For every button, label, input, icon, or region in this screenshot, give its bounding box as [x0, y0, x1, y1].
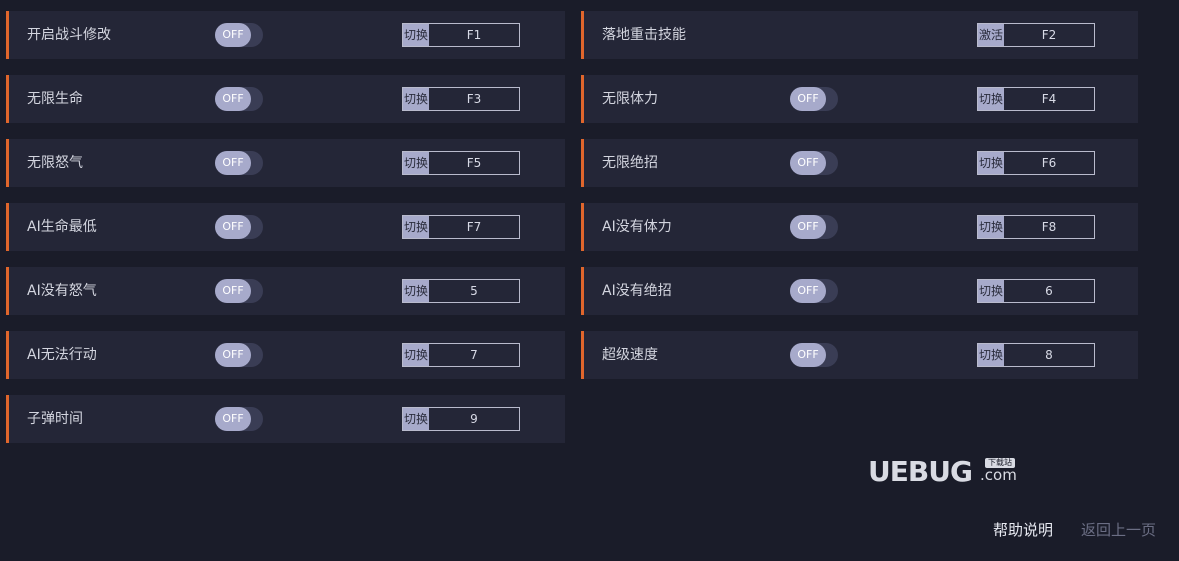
- cheat-grid: 开启战斗修改 OFF 切换 F1 落地重击技能 激活 F2 无限生命 OFF 切换 F…: [6, 11, 1138, 443]
- hotkey-key: F4: [1041, 92, 1057, 106]
- toggle-state: OFF: [215, 87, 251, 111]
- hotkey-key: 7: [470, 348, 478, 362]
- cheat-label: AI没有体力: [602, 219, 672, 235]
- cheat-label: 开启战斗修改: [27, 27, 111, 43]
- hotkey-key: 5: [470, 284, 478, 298]
- hotkey-field[interactable]: 切换 7: [402, 343, 520, 367]
- cheat-label: 超级速度: [602, 347, 658, 363]
- cheat-label: 无限绝招: [602, 155, 658, 171]
- cheat-row-infinite-health: 无限生命 OFF 切换 F3: [6, 75, 565, 123]
- hotkey-field[interactable]: 切换 F6: [977, 151, 1095, 175]
- hotkey-mode: 切换: [403, 280, 429, 302]
- hotkey-mode: 切换: [403, 88, 429, 110]
- cheat-label: 落地重击技能: [602, 27, 686, 43]
- toggle-state: OFF: [790, 279, 826, 303]
- logo-brand: UEBUG: [868, 455, 973, 488]
- cheat-row-ground-slam: 落地重击技能 激活 F2: [581, 11, 1138, 59]
- hotkey-field[interactable]: 切换 8: [977, 343, 1095, 367]
- cheat-row-ai-min-health: AI生命最低 OFF 切换 F7: [6, 203, 565, 251]
- hotkey-field[interactable]: 切换 F8: [977, 215, 1095, 239]
- toggle-state: OFF: [215, 279, 251, 303]
- hotkey-field[interactable]: 激活 F2: [977, 23, 1095, 47]
- hotkey-mode: 切换: [403, 152, 429, 174]
- toggle-switch[interactable]: OFF: [215, 279, 263, 303]
- site-logo: UEBUG 下载站 .com: [868, 455, 1022, 491]
- hotkey-key: 8: [1045, 348, 1053, 362]
- help-link[interactable]: 帮助说明: [993, 519, 1053, 540]
- hotkey-mode: 激活: [978, 24, 1004, 46]
- toggle-switch[interactable]: OFF: [790, 215, 838, 239]
- hotkey-key: F8: [1041, 220, 1057, 234]
- hotkey-key: F2: [1041, 28, 1057, 42]
- toggle-switch[interactable]: OFF: [790, 87, 838, 111]
- hotkey-key: F5: [466, 156, 482, 170]
- hotkey-field[interactable]: 切换 F7: [402, 215, 520, 239]
- toggle-state: OFF: [790, 87, 826, 111]
- cheat-label: AI没有怒气: [27, 283, 97, 299]
- hotkey-field[interactable]: 切换 F3: [402, 87, 520, 111]
- hotkey-mode: 切换: [403, 344, 429, 366]
- cheat-row-super-speed: 超级速度 OFF 切换 8: [581, 331, 1138, 379]
- toggle-switch[interactable]: OFF: [215, 151, 263, 175]
- toggle-state: OFF: [215, 23, 251, 47]
- hotkey-field[interactable]: 切换 5: [402, 279, 520, 303]
- cheat-row-ai-no-stamina: AI没有体力 OFF 切换 F8: [581, 203, 1138, 251]
- toggle-state: OFF: [215, 343, 251, 367]
- cheat-label: 子弹时间: [27, 411, 83, 427]
- toggle-switch[interactable]: OFF: [215, 87, 263, 111]
- toggle-state: OFF: [790, 215, 826, 239]
- cheat-row-bullet-time: 子弹时间 OFF 切换 9: [6, 395, 565, 443]
- hotkey-key: 6: [1045, 284, 1053, 298]
- hotkey-key: 9: [470, 412, 478, 426]
- hotkey-key: F1: [466, 28, 482, 42]
- hotkey-mode: 切换: [978, 152, 1004, 174]
- hotkey-field[interactable]: 切换 F4: [977, 87, 1095, 111]
- cheat-label: 无限怒气: [27, 155, 83, 171]
- hotkey-field[interactable]: 切换 9: [402, 407, 520, 431]
- hotkey-mode: 切换: [978, 344, 1004, 366]
- cheat-row-infinite-rage: 无限怒气 OFF 切换 F5: [6, 139, 565, 187]
- hotkey-field[interactable]: 切换 F5: [402, 151, 520, 175]
- toggle-switch[interactable]: OFF: [215, 343, 263, 367]
- cheat-row-ai-no-ultimate: AI没有绝招 OFF 切换 6: [581, 267, 1138, 315]
- cheat-row-infinite-stamina: 无限体力 OFF 切换 F4: [581, 75, 1138, 123]
- toggle-state: OFF: [790, 151, 826, 175]
- cheat-label: AI生命最低: [27, 219, 97, 235]
- cheat-row-infinite-ultimate: 无限绝招 OFF 切换 F6: [581, 139, 1138, 187]
- hotkey-mode: 切换: [403, 408, 429, 430]
- back-link[interactable]: 返回上一页: [1081, 519, 1156, 540]
- cheat-label: 无限生命: [27, 91, 83, 107]
- logo-dotcom: .com: [980, 466, 1017, 484]
- cheat-row-ai-no-rage: AI没有怒气 OFF 切换 5: [6, 267, 565, 315]
- cheat-label: AI无法行动: [27, 347, 97, 363]
- toggle-state: OFF: [215, 215, 251, 239]
- toggle-switch[interactable]: OFF: [215, 23, 263, 47]
- hotkey-key: F7: [466, 220, 482, 234]
- hotkey-mode: 切换: [978, 216, 1004, 238]
- hotkey-field[interactable]: 切换 F1: [402, 23, 520, 47]
- toggle-state: OFF: [215, 151, 251, 175]
- cheat-label: 无限体力: [602, 91, 658, 107]
- hotkey-mode: 切换: [403, 24, 429, 46]
- toggle-switch[interactable]: OFF: [215, 215, 263, 239]
- hotkey-key: F6: [1041, 156, 1057, 170]
- cheat-row-battle-mod: 开启战斗修改 OFF 切换 F1: [6, 11, 565, 59]
- cheat-row-ai-cannot-act: AI无法行动 OFF 切换 7: [6, 331, 565, 379]
- toggle-switch[interactable]: OFF: [790, 279, 838, 303]
- hotkey-mode: 切换: [978, 280, 1004, 302]
- hotkey-field[interactable]: 切换 6: [977, 279, 1095, 303]
- toggle-switch[interactable]: OFF: [215, 407, 263, 431]
- hotkey-key: F3: [466, 92, 482, 106]
- toggle-state: OFF: [790, 343, 826, 367]
- toggle-state: OFF: [215, 407, 251, 431]
- hotkey-mode: 切换: [403, 216, 429, 238]
- hotkey-mode: 切换: [978, 88, 1004, 110]
- toggle-switch[interactable]: OFF: [790, 151, 838, 175]
- toggle-switch[interactable]: OFF: [790, 343, 838, 367]
- cheat-label: AI没有绝招: [602, 283, 672, 299]
